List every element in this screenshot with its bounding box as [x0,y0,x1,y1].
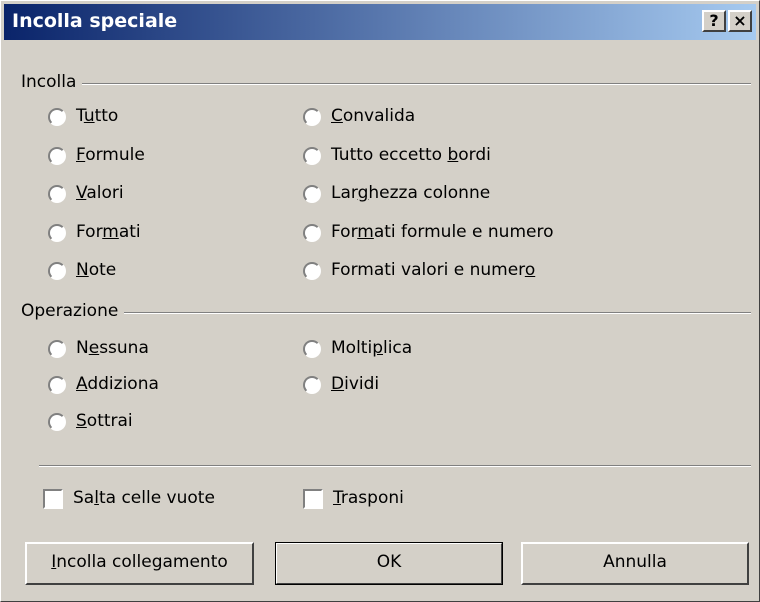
checkbox-box [303,489,323,509]
ok-button[interactable]: OK [275,542,503,585]
radio-circle [303,147,321,165]
checkbox-label: Salta celle vuote [73,488,215,508]
radio-label: Addiziona [76,374,159,394]
paste-special-dialog: Incolla speciale ? × Incolla Tutto Formu… [0,0,760,602]
close-button[interactable]: × [728,10,752,32]
radio-label: Formati formule e numero [331,222,554,242]
radio-label: Valori [76,183,124,203]
dialog-title: Incolla speciale [12,10,178,32]
radio-label: Tutto [76,106,119,126]
operation-group-line [21,312,751,314]
radio-label: Formati valori e numero [331,260,536,280]
radio-label: Formule [76,145,145,165]
radio-circle [48,147,66,165]
radio-circle [303,262,321,280]
checkbox-label: Trasponi [333,488,404,508]
radio-circle [48,108,66,126]
radio-circle [303,340,321,358]
help-icon: ? [709,11,719,30]
radio-label: Tutto eccetto bordi [331,145,491,165]
radio-circle [48,413,66,431]
separator [39,465,751,467]
close-icon: × [733,11,747,30]
radio-circle [48,376,66,394]
radio-circle [303,224,321,242]
radio-label: Convalida [331,106,416,126]
radio-circle [48,340,66,358]
title-bar: Incolla speciale ? × [4,4,756,40]
cancel-button[interactable]: Annulla [521,542,749,585]
radio-circle [48,262,66,280]
radio-circle [48,224,66,242]
paste-group-line [21,83,751,85]
radio-label: Dividi [331,374,380,394]
checkbox-box [43,489,63,509]
paste-link-button[interactable]: Incolla collegamento [25,542,254,585]
radio-circle [48,185,66,203]
radio-label: Note [76,260,117,280]
operation-group-label: Operazione [21,301,125,321]
radio-circle [303,108,321,126]
radio-circle [303,185,321,203]
radio-label: Sottrai [76,411,133,431]
radio-label: Formati [76,222,141,242]
radio-label: Moltiplica [331,338,413,358]
radio-circle [303,376,321,394]
radio-label: Nessuna [76,338,149,358]
paste-group-label: Incolla [21,72,83,92]
help-button[interactable]: ? [702,10,726,32]
radio-label: Larghezza colonne [331,183,491,203]
